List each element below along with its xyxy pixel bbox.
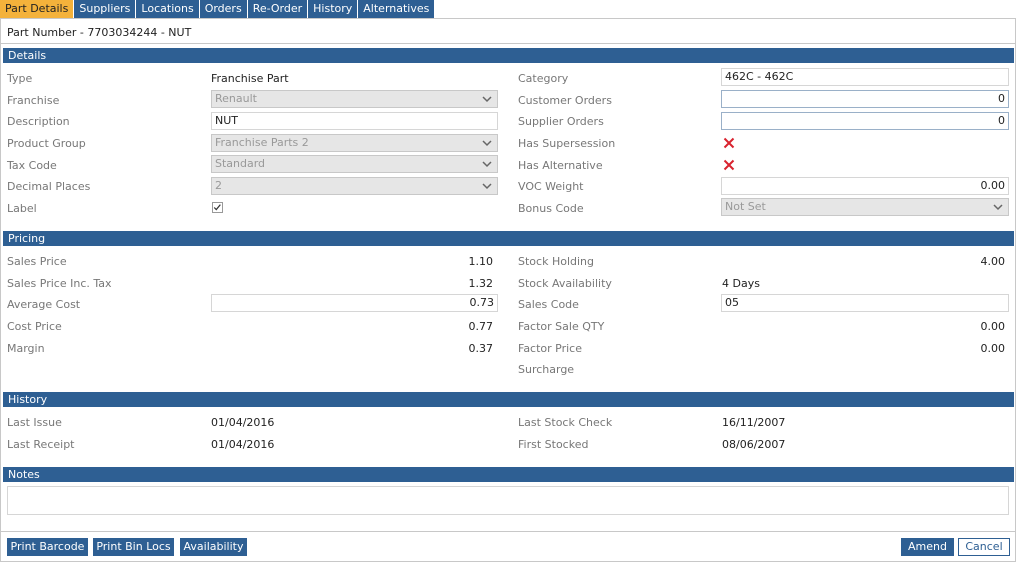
section-header-details: Details [3, 48, 1014, 63]
tab-bar: Part Details Suppliers Locations Orders … [0, 0, 435, 18]
decimal-places-select[interactable]: 2 [211, 177, 498, 195]
last-issue-value: 01/04/2016 [211, 416, 275, 429]
bonus-code-label: Bonus Code [518, 202, 584, 215]
last-receipt-value: 01/04/2016 [211, 438, 275, 451]
chevron-down-icon [482, 183, 492, 190]
sales-price-inc-tax-label: Sales Price Inc. Tax [7, 277, 112, 290]
last-issue-label: Last Issue [7, 416, 62, 429]
section-header-history: History [3, 392, 1014, 407]
stock-holding-label: Stock Holding [518, 255, 594, 268]
type-value: Franchise Part [211, 72, 289, 85]
label-checkbox[interactable] [212, 202, 223, 213]
sales-price-inc-tax-value: 1.32 [468, 277, 494, 290]
franchise-select-value: Renault [215, 92, 257, 105]
decimal-places-select-value: 2 [215, 179, 222, 192]
stock-availability-value: 4 Days [722, 277, 760, 290]
tab-alternatives[interactable]: Alternatives [358, 0, 435, 18]
product-group-label: Product Group [7, 137, 86, 150]
stock-holding-value: 4.00 [980, 255, 1006, 268]
last-receipt-label: Last Receipt [7, 438, 75, 451]
title-divider [0, 43, 1016, 44]
description-input[interactable]: NUT [211, 112, 498, 130]
close-icon [723, 137, 735, 149]
average-cost-label: Average Cost [7, 298, 81, 311]
tab-suppliers[interactable]: Suppliers [74, 0, 136, 18]
stock-availability-label: Stock Availability [518, 277, 612, 290]
chevron-down-icon [993, 204, 1003, 211]
notes-textarea[interactable] [7, 486, 1009, 515]
cost-price-label: Cost Price [7, 320, 62, 333]
last-stock-check-label: Last Stock Check [518, 416, 613, 429]
bonus-code-select[interactable]: Not Set [721, 198, 1009, 216]
chevron-down-icon [482, 96, 492, 103]
supplier-orders-label: Supplier Orders [518, 115, 604, 128]
last-stock-check-value: 16/11/2007 [722, 416, 786, 429]
bonus-code-select-value: Not Set [725, 200, 766, 213]
label-label: Label [7, 202, 37, 215]
section-header-pricing: Pricing [3, 231, 1014, 246]
has-alternative-label: Has Alternative [518, 159, 603, 172]
sales-price-value: 1.10 [468, 255, 494, 268]
product-group-select[interactable]: Franchise Parts 2 [211, 134, 498, 152]
chevron-down-icon [482, 161, 492, 168]
decimal-places-label: Decimal Places [7, 180, 91, 193]
tax-code-select[interactable]: Standard [211, 155, 498, 173]
close-icon [723, 159, 735, 171]
cost-price-value: 0.77 [468, 320, 494, 333]
factor-sale-qty-label: Factor Sale QTY [518, 320, 605, 333]
print-barcode-button[interactable]: Print Barcode [7, 538, 88, 556]
surcharge-label: Surcharge [518, 363, 575, 376]
franchise-label: Franchise [7, 94, 60, 107]
print-bin-locs-button[interactable]: Print Bin Locs [93, 538, 174, 556]
type-label: Type [7, 72, 33, 85]
cancel-button[interactable]: Cancel [958, 538, 1010, 556]
availability-button[interactable]: Availability [180, 538, 247, 556]
description-label: Description [7, 115, 70, 128]
factor-price-label: Factor Price [518, 342, 583, 355]
check-icon [213, 204, 221, 211]
has-supersession-label: Has Supersession [518, 137, 616, 150]
tab-history[interactable]: History [308, 0, 358, 18]
sales-code-input[interactable]: 05 [721, 294, 1009, 312]
tax-code-label: Tax Code [7, 159, 57, 172]
page-title: Part Number - 7703034244 - NUT [7, 26, 192, 39]
section-header-notes: Notes [3, 467, 1014, 482]
tab-part-details[interactable]: Part Details [0, 0, 74, 18]
tab-re-order[interactable]: Re-Order [247, 0, 308, 18]
voc-weight-label: VOC Weight [518, 180, 584, 193]
chevron-down-icon [482, 140, 492, 147]
first-stocked-label: First Stocked [518, 438, 589, 451]
footer-divider [0, 531, 1016, 532]
tab-orders[interactable]: Orders [199, 0, 247, 18]
amend-button[interactable]: Amend [901, 538, 954, 556]
tax-code-select-value: Standard [215, 157, 266, 170]
average-cost-input[interactable]: 0.73 [211, 294, 498, 312]
first-stocked-value: 08/06/2007 [722, 438, 786, 451]
voc-weight-input[interactable]: 0.00 [721, 177, 1009, 195]
factor-price-value: 0.00 [980, 342, 1006, 355]
sales-price-label: Sales Price [7, 255, 67, 268]
supplier-orders-input[interactable]: 0 [721, 112, 1009, 130]
tab-locations[interactable]: Locations [136, 0, 199, 18]
sales-code-label: Sales Code [518, 298, 579, 311]
customer-orders-label: Customer Orders [518, 94, 612, 107]
margin-value: 0.37 [468, 342, 494, 355]
margin-label: Margin [7, 342, 45, 355]
category-input[interactable]: 462C - 462C [721, 68, 1009, 86]
category-label: Category [518, 72, 569, 85]
customer-orders-input[interactable]: 0 [721, 90, 1009, 108]
franchise-select[interactable]: Renault [211, 90, 498, 108]
product-group-select-value: Franchise Parts 2 [215, 136, 309, 149]
factor-sale-qty-value: 0.00 [980, 320, 1006, 333]
